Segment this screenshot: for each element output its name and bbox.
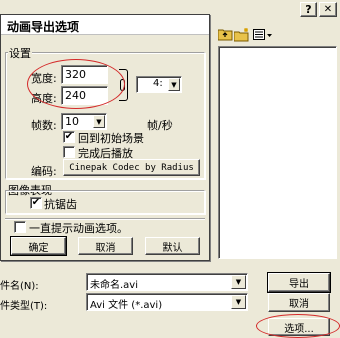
codec-button[interactable]: Cinepak Codec by Radius — [63, 159, 200, 176]
fps-value: 10 — [65, 115, 79, 128]
view-menu-icon[interactable] — [252, 27, 272, 42]
parent-cancel-button[interactable]: 取消 — [268, 293, 330, 312]
settings-group-label: 设置 — [8, 45, 32, 61]
aspect-ratio-combo[interactable]: 4: ▼ — [136, 76, 182, 93]
fps-label: 帧数: — [31, 119, 57, 132]
dialog-title-bar: 动画导出选项 — [1, 15, 209, 35]
chevron-down-icon[interactable]: ▼ — [231, 275, 246, 289]
annotation-oval-options — [256, 314, 340, 338]
help-button[interactable]: ? — [300, 2, 317, 17]
always-prompt-checkbox[interactable] — [14, 221, 26, 233]
close-icon: ✕ — [323, 4, 333, 15]
always-prompt-label: 一直提示动画选项。 — [29, 222, 128, 235]
cancel-button[interactable]: 取消 — [78, 237, 133, 255]
chevron-down-icon[interactable]: ▼ — [168, 78, 180, 91]
close-button[interactable]: ✕ — [319, 2, 337, 17]
animation-export-dialog: 动画导出选项 设置 宽度: 320 高度: 240 4: ▼ 帧数: 10 ▼ … — [0, 14, 210, 261]
default-button[interactable]: 默认 — [145, 237, 200, 255]
help-icon: ? — [305, 3, 312, 16]
chevron-down-icon[interactable]: ▼ — [231, 295, 246, 309]
check-icon: ✔ — [31, 197, 41, 208]
rewind-label: 回到初始场景 — [78, 132, 144, 145]
new-folder-icon[interactable] — [234, 27, 250, 42]
codec-label: 编码: — [31, 165, 57, 178]
play-after-checkbox[interactable] — [63, 146, 75, 158]
up-folder-icon[interactable] — [217, 27, 233, 42]
filetype-combo[interactable]: Avi 文件 (*.avi) ▼ — [86, 293, 248, 311]
filename-combo[interactable]: 未命名.avi ▼ — [86, 273, 248, 291]
filename-value: 未命名.avi — [90, 280, 139, 291]
antialias-checkbox[interactable]: ✔ — [30, 197, 42, 209]
file-list-area[interactable] — [218, 46, 337, 259]
ok-button[interactable]: 确定 — [10, 236, 67, 256]
annotation-oval — [27, 59, 125, 109]
filetype-value: Avi 文件 (*.avi) — [90, 300, 163, 311]
filetype-label: 件类型(T): — [0, 301, 48, 312]
export-button[interactable]: 导出 — [267, 272, 331, 293]
chevron-down-icon[interactable]: ▼ — [93, 115, 105, 128]
rewind-checkbox[interactable]: ✔ — [63, 131, 75, 143]
antialias-label: 抗锯齿 — [44, 198, 77, 211]
filename-label: 件名(N): — [0, 281, 39, 292]
aspect-ratio-value: 4: — [153, 78, 163, 89]
fps-combo[interactable]: 10 ▼ — [61, 113, 107, 130]
dialog-title: 动画导出选项 — [7, 20, 80, 34]
fps-unit: 帧/秒 — [147, 119, 173, 132]
check-icon: ✔ — [64, 131, 74, 142]
